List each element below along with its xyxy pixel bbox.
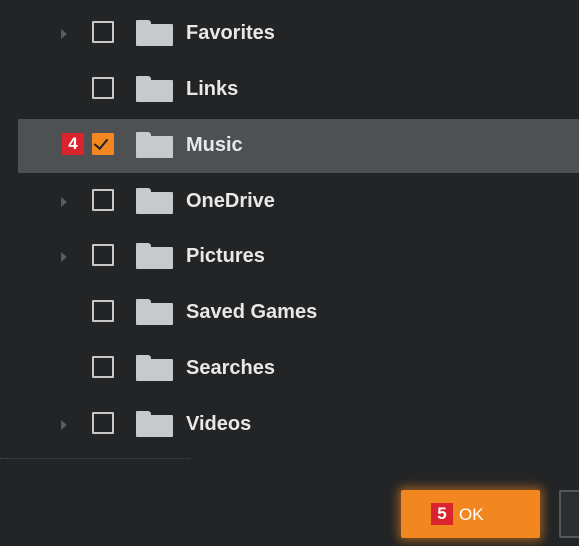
folder-label: Searches [186, 357, 275, 379]
checkmark-icon [93, 134, 109, 151]
expand-arrow-icon[interactable] [61, 29, 67, 39]
folder-row-links[interactable]: Links [18, 63, 579, 117]
expand-arrow-icon[interactable] [61, 420, 67, 430]
folder-icon [136, 132, 173, 158]
folder-icon [136, 76, 173, 102]
folder-label: Links [186, 78, 239, 100]
folder-label: Favorites [186, 22, 275, 44]
folder-checkbox-searches[interactable] [92, 356, 114, 378]
folder-row-pictures[interactable]: Pictures [18, 230, 579, 284]
folder-row-searches[interactable]: Searches [18, 342, 579, 396]
folder-checkbox-videos[interactable] [92, 412, 114, 434]
step-badge: 4 [62, 133, 84, 155]
folder-checkbox-links[interactable] [92, 77, 114, 99]
ok-button[interactable]: 5 OK [401, 490, 540, 538]
folder-icon [136, 299, 173, 325]
folder-label: Saved Games [186, 301, 318, 323]
expand-arrow-icon[interactable] [61, 252, 67, 262]
folder-tree: Favorites Links 4 Music OneDrive Picture… [0, 0, 579, 462]
folder-icon [136, 243, 173, 269]
step-badge: 5 [431, 503, 453, 525]
folder-row-videos[interactable]: Videos [18, 398, 579, 452]
folder-icon [136, 411, 173, 437]
folder-label: Videos [186, 413, 252, 435]
folder-label: OneDrive [186, 190, 275, 212]
folder-label: Pictures [186, 245, 265, 267]
folder-checkbox-onedrive[interactable] [92, 189, 114, 211]
divider [0, 458, 190, 459]
expand-arrow-icon[interactable] [61, 197, 67, 207]
folder-row-saved-games[interactable]: Saved Games [18, 286, 579, 340]
folder-checkbox-saved-games[interactable] [92, 300, 114, 322]
ok-button-label: OK [459, 505, 484, 524]
folder-icon [136, 20, 173, 46]
folder-checkbox-music[interactable] [92, 133, 114, 155]
folder-icon [136, 355, 173, 381]
folder-icon [136, 188, 173, 214]
folder-checkbox-favorites[interactable] [92, 21, 114, 43]
folder-row-music[interactable]: 4 Music [18, 119, 579, 173]
folder-label: Music [186, 134, 243, 156]
folder-row-favorites[interactable]: Favorites [18, 7, 579, 61]
folder-row-onedrive[interactable]: OneDrive [18, 175, 579, 229]
cancel-button[interactable] [559, 490, 579, 538]
folder-checkbox-pictures[interactable] [92, 244, 114, 266]
